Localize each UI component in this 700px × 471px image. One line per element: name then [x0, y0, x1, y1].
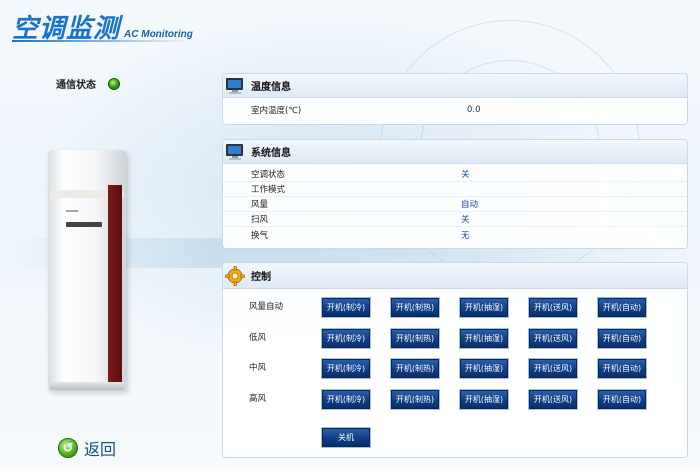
info-row-label: 风量	[251, 200, 269, 210]
control-row-label: 风量自动	[249, 302, 284, 312]
temperature-panel-title: 温度信息	[251, 82, 291, 93]
power-on-cool-button[interactable]: 开机(制冷)	[321, 358, 371, 379]
power-on-fan-button[interactable]: 开机(送风)	[528, 328, 578, 349]
control-panel-header: 控制	[223, 263, 687, 289]
control-panel-title: 控制	[251, 272, 271, 283]
power-on-cool-button[interactable]: 开机(制冷)	[321, 328, 371, 349]
info-row: 扫风 关	[223, 212, 687, 227]
info-row-value: 关	[461, 215, 470, 225]
info-row-label: 室内温度(℃)	[251, 106, 302, 116]
status-dot-icon	[108, 77, 120, 90]
power-on-dehumidify-button[interactable]: 开机(抽湿)	[459, 358, 509, 379]
power-on-cool-button[interactable]: 开机(制冷)	[321, 297, 371, 318]
temperature-panel-header: 温度信息	[223, 74, 687, 98]
control-row-label: 中风	[249, 363, 267, 373]
power-on-auto-button[interactable]: 开机(自动)	[597, 297, 647, 318]
info-row: 换气 无	[223, 227, 687, 242]
power-on-heat-button[interactable]: 开机(制热)	[390, 358, 440, 379]
info-row: 室内温度(℃) 0.0	[223, 98, 687, 122]
power-on-heat-button[interactable]: 开机(制热)	[390, 328, 440, 349]
comm-status: 通信状态	[56, 76, 120, 91]
ac-unit-display	[66, 222, 102, 227]
back-button[interactable]: ↺ 返回	[58, 436, 116, 460]
control-panel: 控制 风量自动 开机(制冷) 开机(制热) 开机(抽湿) 开机(送风) 开机(自…	[222, 262, 688, 458]
power-on-dehumidify-button[interactable]: 开机(抽湿)	[459, 389, 509, 410]
info-row-label: 空调状态	[251, 170, 286, 180]
ac-unit-side	[108, 185, 122, 385]
power-on-fan-button[interactable]: 开机(送风)	[528, 389, 578, 410]
info-row-value: 自动	[461, 200, 479, 210]
info-row: 空调状态 关	[223, 167, 687, 182]
system-panel-title: 系统信息	[251, 148, 291, 159]
power-on-dehumidify-button[interactable]: 开机(抽湿)	[459, 328, 509, 349]
power-on-auto-button[interactable]: 开机(自动)	[597, 328, 647, 349]
control-row-label: 低风	[249, 333, 267, 343]
control-row-label: 高风	[249, 394, 267, 404]
power-on-auto-button[interactable]: 开机(自动)	[597, 389, 647, 410]
info-row-label: 扫风	[251, 215, 269, 225]
power-on-heat-button[interactable]: 开机(制热)	[390, 297, 440, 318]
system-panel-header: 系统信息	[223, 140, 687, 164]
monitor-icon	[225, 143, 245, 161]
info-row-value: 0.0	[467, 105, 481, 115]
monitor-icon	[225, 77, 245, 95]
power-on-fan-button[interactable]: 开机(送风)	[528, 297, 578, 318]
gear-icon	[225, 265, 245, 286]
info-row: 工作模式	[223, 182, 687, 197]
power-on-auto-button[interactable]: 开机(自动)	[597, 358, 647, 379]
back-button-label: 返回	[84, 440, 117, 459]
info-row-label: 工作模式	[251, 185, 286, 195]
power-on-cool-button[interactable]: 开机(制冷)	[321, 389, 371, 410]
comm-status-label: 通信状态	[56, 80, 96, 91]
system-rows: 空调状态 关 工作模式 风量 自动 扫风 关 换气 无	[223, 164, 687, 242]
page-title-en: AC Monitoring	[124, 29, 193, 40]
power-on-dehumidify-button[interactable]: 开机(抽湿)	[459, 297, 509, 318]
system-panel: 系统信息 空调状态 关 工作模式 风量 自动 扫风 关 换气 无	[222, 139, 688, 249]
info-row-value: 关	[461, 170, 470, 180]
temperature-panel: 温度信息 室内温度(℃) 0.0	[222, 73, 688, 125]
power-on-heat-button[interactable]: 开机(制热)	[390, 389, 440, 410]
title-underline	[12, 40, 192, 42]
info-row: 风量 自动	[223, 197, 687, 212]
ac-unit-base	[50, 382, 124, 390]
power-off-button[interactable]: 关机	[321, 427, 371, 448]
info-row-value: 无	[461, 230, 470, 241]
power-on-fan-button[interactable]: 开机(送风)	[528, 358, 578, 379]
ac-unit-logo	[66, 210, 78, 212]
back-arrow-icon: ↺	[58, 438, 78, 458]
info-row-label: 换气	[251, 230, 269, 241]
